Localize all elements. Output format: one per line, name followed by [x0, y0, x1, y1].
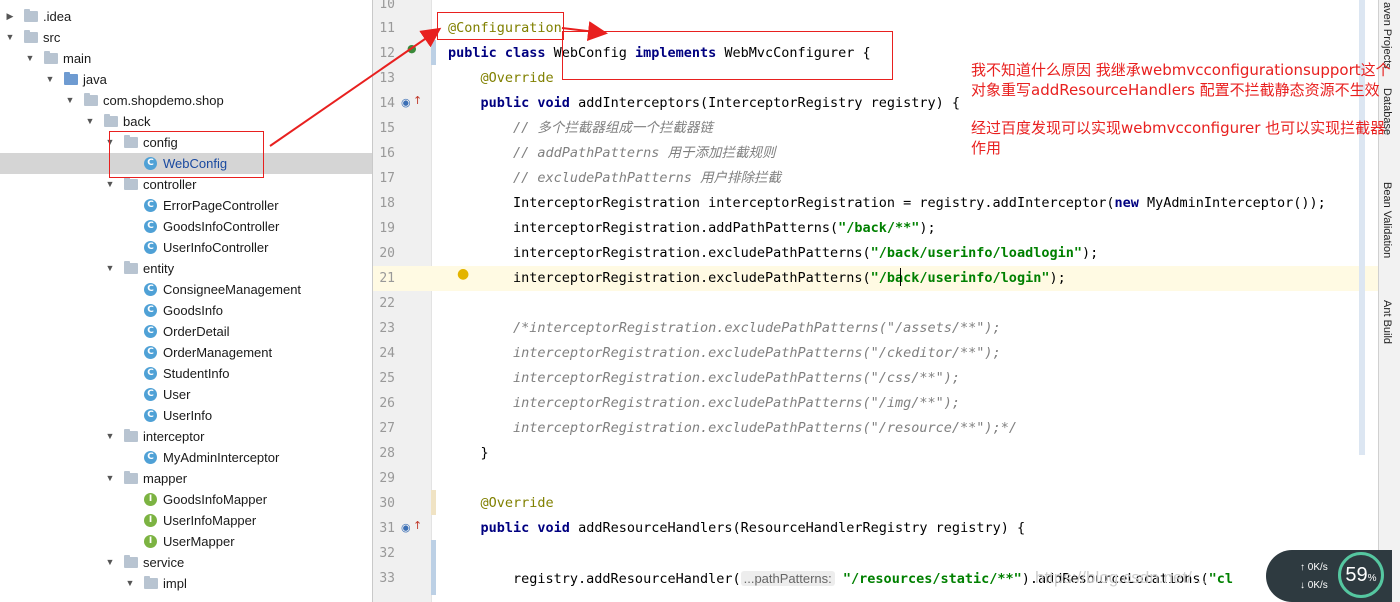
arrow-to-configuration: [269, 27, 442, 147]
cpu-percent-ring: 59%: [1338, 552, 1384, 598]
download-speed: ↓ 0K/s: [1300, 580, 1328, 591]
annotation-arrows: [269, 21, 608, 147]
upload-speed: ↑ 0K/s: [1300, 562, 1328, 573]
network-meter-widget: ↑ 0K/s ↓ 0K/s 59%: [1266, 550, 1392, 602]
arrow-to-implements: [561, 21, 608, 42]
watermark: https://blog.csdn.net/...: [1035, 568, 1207, 587]
